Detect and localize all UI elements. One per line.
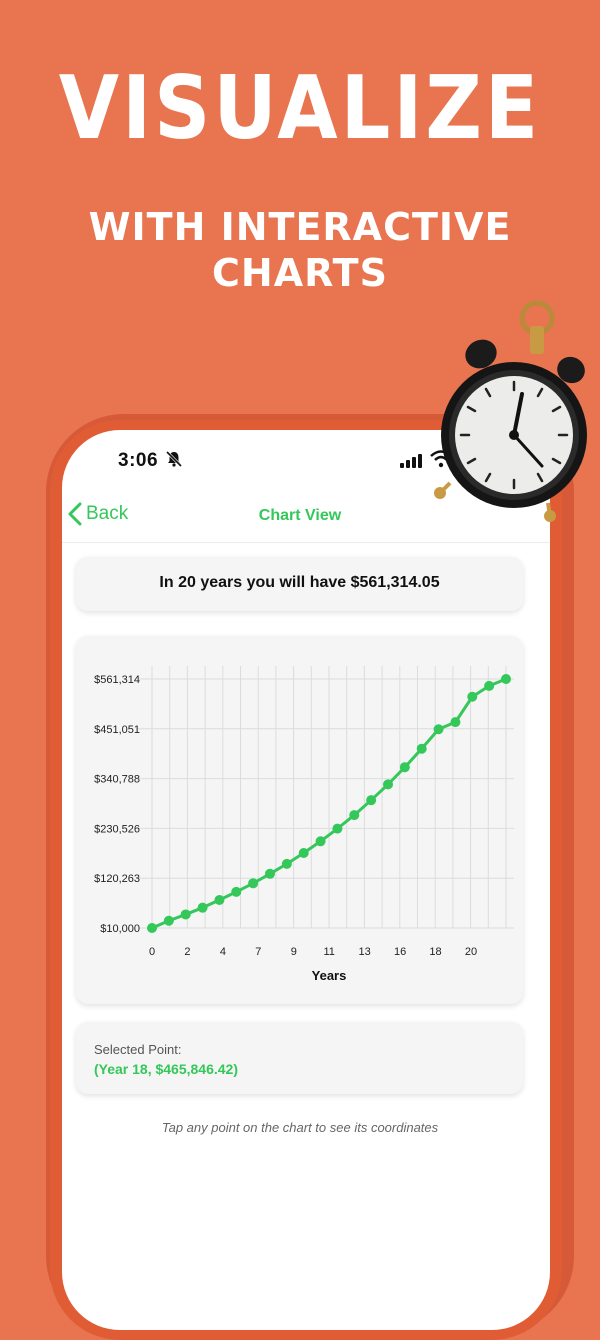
data-point bbox=[450, 717, 461, 728]
data-point bbox=[163, 915, 174, 926]
data-point bbox=[467, 691, 478, 702]
y-tick-label: $340,788 bbox=[94, 774, 140, 786]
data-point bbox=[248, 878, 259, 889]
promo-subline: WITH INTERACTIVE bbox=[88, 205, 512, 249]
data-point bbox=[349, 810, 360, 821]
y-tick-label: $451,051 bbox=[94, 724, 140, 736]
data-point bbox=[231, 886, 242, 897]
data-point bbox=[180, 909, 191, 920]
y-tick-label: $120,263 bbox=[94, 873, 140, 885]
x-tick-label: 16 bbox=[394, 946, 406, 958]
data-point bbox=[399, 762, 410, 773]
alarm-clock-icon bbox=[434, 300, 587, 522]
data-point bbox=[433, 724, 444, 735]
x-tick-label: 11 bbox=[324, 946, 335, 958]
x-tick-label: 2 bbox=[184, 946, 190, 958]
data-point bbox=[147, 923, 157, 933]
promo-subline-2: CHARTS bbox=[212, 251, 388, 295]
data-point bbox=[501, 674, 511, 684]
selected-point-value: (Year 18, $465,846.42) bbox=[94, 1061, 239, 1077]
selected-point-label: Selected Point: bbox=[94, 1042, 182, 1057]
data-point bbox=[315, 836, 326, 847]
signal-icon bbox=[400, 454, 422, 468]
data-point bbox=[197, 902, 208, 913]
y-tick-label: $561,314 bbox=[94, 674, 140, 686]
x-tick-label: 4 bbox=[220, 946, 226, 958]
selected-point-card: Selected Point: (Year 18, $465,846.42) bbox=[76, 1022, 523, 1094]
status-time: 3:06 bbox=[118, 450, 159, 471]
data-point bbox=[484, 680, 495, 691]
x-tick-label: 7 bbox=[255, 946, 261, 958]
x-tick-label: 20 bbox=[465, 946, 477, 958]
x-tick-label: 9 bbox=[291, 946, 297, 958]
data-point bbox=[265, 868, 275, 879]
growth-line-chart[interactable]: $10,000 $120,263 $230,526 $340,788 $451,051 $… bbox=[76, 636, 523, 1004]
chart-card: $10,000 $120,263 $230,526 $340,788 $451,051 $… bbox=[76, 636, 523, 1004]
data-point bbox=[214, 894, 225, 905]
chart-hint: Tap any point on the chart to see its co… bbox=[161, 1120, 439, 1135]
data-point bbox=[383, 779, 393, 790]
y-tick-label: $230,526 bbox=[94, 823, 140, 835]
data-point bbox=[366, 795, 377, 806]
y-tick-label: $10,000 bbox=[100, 923, 140, 935]
data-point bbox=[332, 823, 343, 834]
phone-screen: 3:06 Back Chart View In 20 years you wil… bbox=[62, 430, 550, 1330]
x-tick-label: 18 bbox=[429, 946, 441, 958]
silent-bell-icon bbox=[165, 450, 183, 468]
x-axis-label: Years bbox=[312, 968, 347, 983]
x-tick-label: 0 bbox=[149, 946, 155, 958]
summary-text: In 20 years you will have $561,314.05 bbox=[159, 574, 440, 591]
promo-headline: VISUALIZE bbox=[58, 58, 542, 160]
data-point bbox=[281, 858, 292, 869]
x-tick-label: 13 bbox=[359, 946, 371, 958]
summary-card: In 20 years you will have $561,314.05 bbox=[76, 557, 523, 611]
data-point bbox=[416, 743, 427, 754]
data-point bbox=[298, 848, 309, 859]
